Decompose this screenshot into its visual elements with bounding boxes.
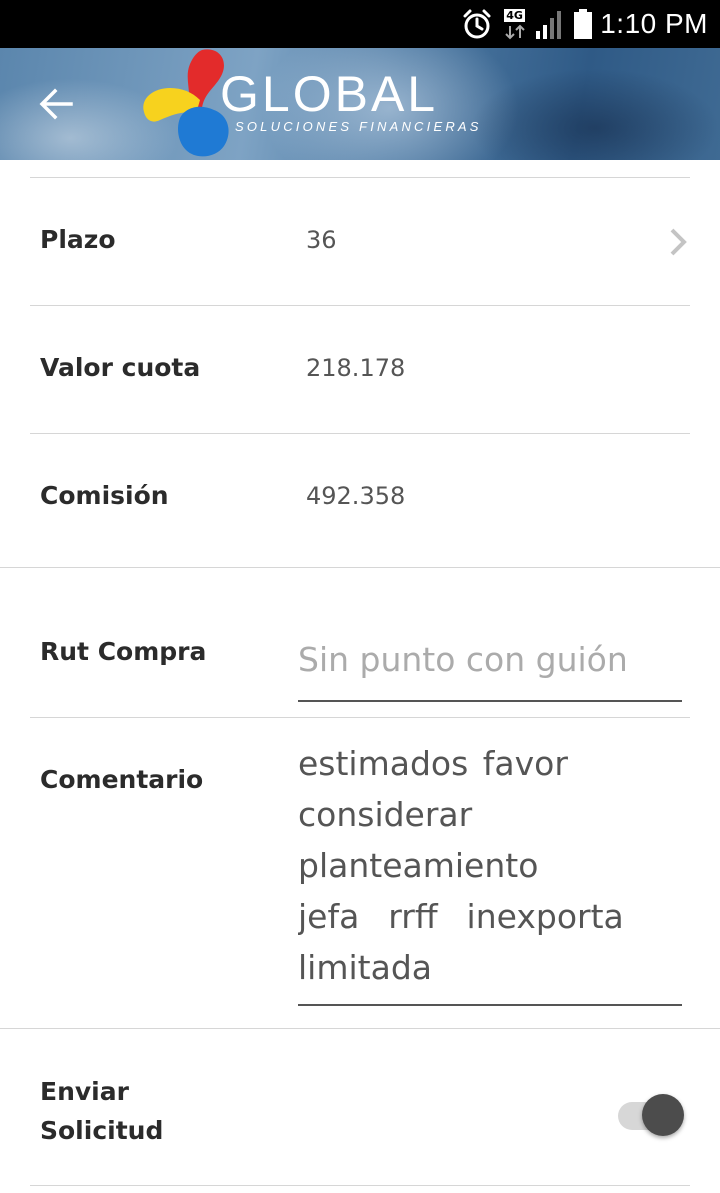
arrow-left-icon	[39, 88, 73, 120]
network-4g-icon: 4G	[502, 8, 530, 40]
comision-label: Comisión	[40, 481, 169, 510]
plazo-value: 36	[306, 226, 337, 254]
rut-compra-input[interactable]	[298, 618, 682, 702]
rut-compra-label: Rut Compra	[40, 637, 207, 666]
enviar-solicitud-label-line2: Solicitud	[40, 1116, 164, 1145]
divider	[30, 1185, 690, 1186]
logo-subtitle: SOLUCIONES FINANCIERAS	[235, 119, 482, 134]
signal-icon	[534, 9, 564, 39]
enviar-solicitud-toggle[interactable]	[616, 1094, 686, 1138]
comision-value: 492.358	[306, 482, 406, 510]
status-icons: 4G 1:10 PM	[462, 0, 708, 48]
app-header: GLOBAL SOLUCIONES FINANCIERAS	[0, 48, 720, 160]
screen: 4G 1:10 PM GLOBAL SOLUCIONES FINANCIERAS…	[0, 0, 720, 1193]
divider	[30, 433, 690, 434]
back-button[interactable]	[22, 72, 90, 136]
header-background-dark	[470, 68, 720, 160]
plazo-label: Plazo	[40, 225, 116, 254]
valor-cuota-label: Valor cuota	[40, 353, 201, 382]
valor-cuota-value: 218.178	[306, 354, 406, 382]
alarm-icon	[462, 8, 492, 40]
section-divider	[0, 567, 720, 568]
logo: GLOBAL SOLUCIONES FINANCIERAS	[140, 48, 490, 160]
comentario-textarea[interactable]: estimados favor considerar planteamiento…	[298, 738, 682, 1006]
divider	[30, 305, 690, 306]
status-time: 1:10 PM	[600, 8, 708, 39]
divider	[30, 177, 690, 178]
chevron-right-icon[interactable]	[664, 224, 692, 260]
logo-title: GLOBAL	[220, 66, 439, 122]
enviar-solicitud-label-line1: Enviar	[40, 1077, 129, 1106]
toggle-thumb	[642, 1094, 684, 1136]
battery-icon	[574, 9, 593, 39]
comentario-label: Comentario	[40, 765, 204, 794]
divider	[30, 717, 690, 718]
section-divider	[0, 1028, 720, 1029]
status-bar: 4G 1:10 PM	[0, 0, 720, 48]
